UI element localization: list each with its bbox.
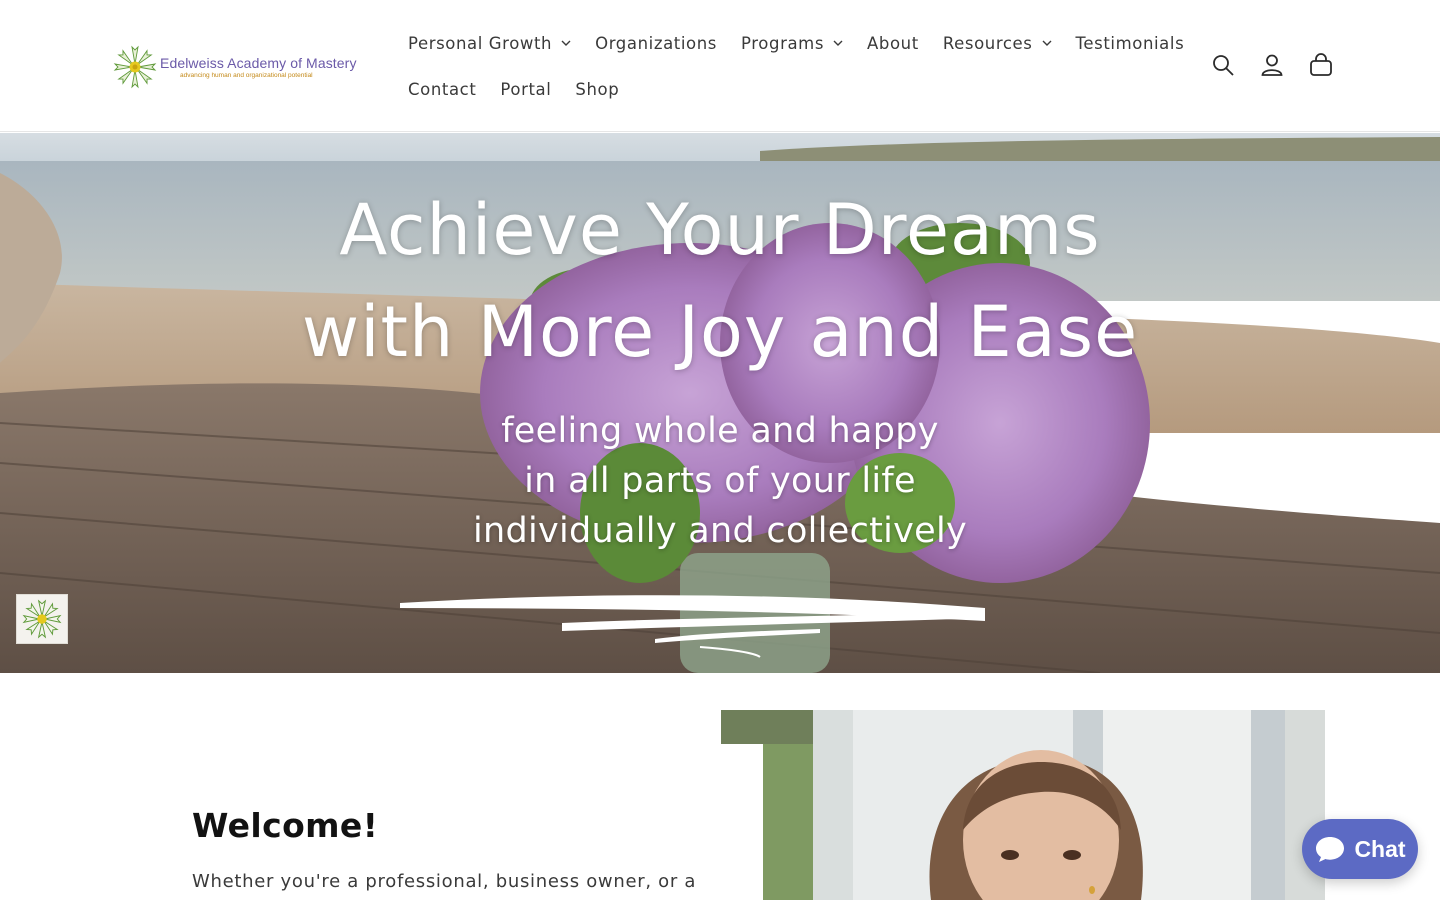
nav-label: Resources	[942, 33, 1033, 53]
search-button[interactable]	[1207, 42, 1238, 88]
chevron-down-icon	[1042, 40, 1051, 46]
account-button[interactable]	[1256, 42, 1287, 88]
nav-shop[interactable]: Shop	[563, 66, 631, 112]
site-logo[interactable]: Edelweiss Academy of Mastery advancing h…	[112, 44, 364, 90]
brand-name: Edelweiss Academy of Mastery	[160, 55, 357, 71]
welcome-heading: Welcome!	[192, 806, 379, 845]
main-nav: Personal Growth Organizations Programs A…	[396, 20, 1184, 112]
header-actions	[1207, 42, 1336, 88]
nav-label: Organizations	[595, 33, 718, 53]
founder-portrait-image	[721, 710, 1325, 900]
cart-icon	[1309, 53, 1332, 76]
nav-label: Personal Growth	[408, 33, 553, 53]
hero-subtitle-line-2: in all parts of your life	[524, 461, 916, 501]
nav-label: Contact	[408, 79, 477, 99]
nav-label: Programs	[741, 33, 825, 53]
account-icon	[1261, 54, 1282, 76]
nav-resources[interactable]: Resources	[931, 20, 1064, 66]
nav-label: Portal	[500, 79, 552, 99]
chevron-down-icon	[561, 40, 571, 46]
nav-about[interactable]: About	[855, 20, 931, 66]
hero-subtitle-line-1: feeling whole and happy	[501, 411, 939, 451]
search-icon	[1212, 55, 1234, 76]
edelweiss-badge	[16, 594, 68, 644]
nav-personal-growth[interactable]: Personal Growth	[396, 20, 583, 66]
edelweiss-flower-icon	[113, 45, 157, 89]
nav-testimonials[interactable]: Testimonials	[1064, 20, 1197, 66]
edelweiss-flower-icon	[22, 599, 62, 639]
nav-contact[interactable]: Contact	[396, 66, 488, 112]
nav-label: Testimonials	[1075, 33, 1185, 53]
brand-tagline: advancing human and organizational poten…	[180, 72, 313, 79]
hero-subtitle-line-3: individually and collectively	[472, 511, 968, 551]
nav-organizations[interactable]: Organizations	[583, 20, 729, 66]
hero-title-line-1: Achieve Your Dreams	[339, 189, 1101, 271]
nav-programs[interactable]: Programs	[729, 20, 855, 66]
cart-button[interactable]	[1305, 42, 1336, 88]
chat-button[interactable]: Chat	[1302, 819, 1418, 879]
hero-banner: Achieve Your Dreams with More Joy and Ea…	[0, 133, 1440, 673]
chat-bubble-icon	[1316, 837, 1345, 862]
site-header: Edelweiss Academy of Mastery advancing h…	[0, 0, 1440, 132]
nav-label: About	[867, 33, 919, 53]
nav-portal[interactable]: Portal	[488, 66, 563, 112]
chevron-down-icon	[833, 40, 843, 46]
hero-title-line-2: with More Joy and Ease	[301, 291, 1139, 373]
nav-label: Shop	[575, 79, 620, 99]
chat-label: Chat	[1354, 835, 1406, 862]
welcome-text: Whether you're a professional, business …	[192, 871, 697, 892]
